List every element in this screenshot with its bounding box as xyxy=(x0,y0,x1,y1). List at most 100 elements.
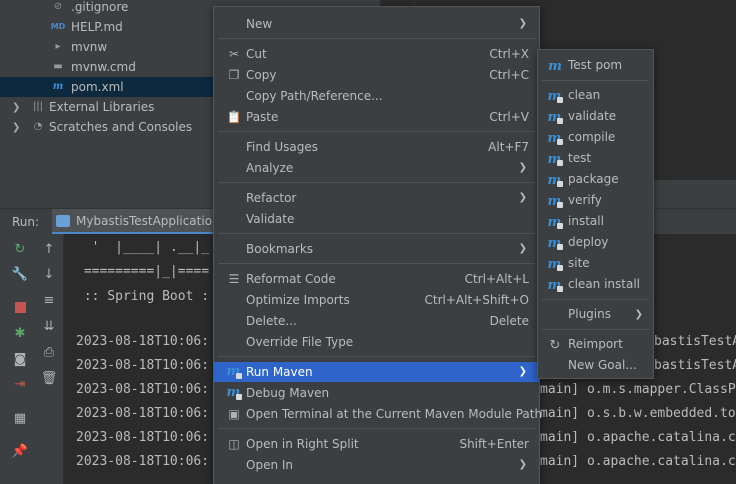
submenu-item-package[interactable]: package xyxy=(538,169,653,191)
submenu-label: Test pom xyxy=(568,58,623,72)
console-line: 2023-08-18T10:06: xyxy=(76,382,210,397)
maven-goal-icon xyxy=(547,254,563,275)
trash-icon[interactable]: 🗑 xyxy=(40,369,58,387)
exit-icon[interactable]: ⇥ xyxy=(11,375,29,393)
menu-item-bookmarks[interactable]: Bookmarks ❯ xyxy=(214,239,539,259)
menu-shortcut: Ctrl+X xyxy=(489,47,529,61)
submenu-label: deploy xyxy=(568,235,609,249)
soft-wrap-icon[interactable]: ≡ xyxy=(40,291,58,309)
menu-item-reformat-code[interactable]: ☰ Reformat Code Ctrl+Alt+L xyxy=(214,269,539,289)
maven-goal-icon xyxy=(547,191,563,212)
tree-item-label: mvnw.cmd xyxy=(71,60,136,74)
scroll-to-end-icon[interactable]: ⇊ xyxy=(40,317,58,335)
submenu-item-clean-install[interactable]: clean install xyxy=(538,274,653,296)
tree-item-label: Scratches and Consoles xyxy=(49,120,193,134)
submenu-label: compile xyxy=(568,130,616,144)
menu-item-copy[interactable]: ❐ Copy Ctrl+C xyxy=(214,65,539,85)
tree-item-mvnw-cmd[interactable]: ▬ mvnw.cmd xyxy=(50,57,136,77)
menu-item-override-file-type[interactable]: Override File Type xyxy=(214,332,539,352)
menu-separator xyxy=(542,80,649,81)
pin-icon[interactable]: 📌 xyxy=(11,442,29,460)
submenu-item-verify[interactable]: verify xyxy=(538,190,653,212)
maven-icon: m xyxy=(52,81,64,92)
menu-item-validate[interactable]: Validate xyxy=(214,209,539,229)
debug-icon[interactable]: ✱ xyxy=(11,324,29,342)
menu-item-open-right-split[interactable]: ◫ Open in Right Split Shift+Enter xyxy=(214,434,539,454)
submenu-item-compile[interactable]: compile xyxy=(538,127,653,149)
camera-icon[interactable]: ◙ xyxy=(11,350,29,368)
layout-icon[interactable]: ▦ xyxy=(11,409,29,427)
submenu-item-test-pom[interactable]: m Test pom xyxy=(538,55,653,76)
menu-item-copy-path[interactable]: Copy Path/Reference... xyxy=(214,86,539,106)
stop-icon[interactable] xyxy=(11,298,29,316)
console-line: 2023-08-18T10:06: xyxy=(76,358,210,373)
submenu-item-deploy[interactable]: deploy xyxy=(538,232,653,254)
scratches-icon: ◔ xyxy=(33,121,43,132)
menu-item-debug-maven[interactable]: Debug Maven xyxy=(214,383,539,403)
menu-item-run-maven[interactable]: Run Maven ❯ xyxy=(214,362,539,382)
submenu-label: test xyxy=(568,151,592,165)
tree-item-external-libraries[interactable]: ||| External Libraries xyxy=(30,97,155,117)
menu-item-open-in[interactable]: Open In ❯ xyxy=(214,455,539,475)
chevron-right-icon[interactable]: ❯ xyxy=(12,122,20,133)
submenu-label: verify xyxy=(568,193,602,207)
arrow-up-icon[interactable]: ↑ xyxy=(40,240,58,258)
submenu-item-site[interactable]: site xyxy=(538,253,653,275)
submenu-label: Plugins xyxy=(568,307,611,321)
menu-shortcut: Alt+F7 xyxy=(488,140,529,154)
menu-label: Validate xyxy=(246,212,295,226)
tree-item-label: pom.xml xyxy=(71,80,124,94)
tree-item-pom-xml[interactable]: m pom.xml xyxy=(0,77,214,97)
tree-item-gitignore[interactable]: ⊘ .gitignore xyxy=(50,0,129,17)
submenu-item-clean[interactable]: clean xyxy=(538,85,653,107)
console-line: ' |____| .__|_ xyxy=(76,240,210,255)
script-icon: ▸ xyxy=(55,41,61,52)
chevron-right-icon: ❯ xyxy=(518,366,527,377)
submenu-item-reimport[interactable]: ↻ Reimport xyxy=(538,334,653,355)
chevron-right-icon: ❯ xyxy=(518,162,527,173)
menu-label: Debug Maven xyxy=(246,386,330,400)
rerun-icon[interactable]: ↻ xyxy=(11,240,29,258)
maven-goal-icon xyxy=(547,275,563,296)
menu-separator xyxy=(218,38,535,39)
menu-separator xyxy=(542,299,649,300)
chevron-right-icon: ❯ xyxy=(518,459,527,470)
wrench-icon[interactable]: 🔧 xyxy=(11,265,29,283)
menu-label: Optimize Imports xyxy=(246,293,350,307)
submenu-item-validate[interactable]: validate xyxy=(538,106,653,128)
console-line: =========|_|==== xyxy=(76,264,210,279)
chevron-right-icon: ❯ xyxy=(518,192,527,203)
print-icon[interactable]: ⎙ xyxy=(40,343,58,361)
menu-item-new[interactable]: New ❯ xyxy=(214,14,539,34)
maven-goal-icon xyxy=(547,128,563,149)
menu-item-analyze[interactable]: Analyze ❯ xyxy=(214,158,539,178)
tree-item-help-md[interactable]: MD HELP.md xyxy=(50,17,123,37)
menu-label: Paste xyxy=(246,110,279,124)
menu-item-find-usages[interactable]: Find Usages Alt+F7 xyxy=(214,137,539,157)
menu-item-refactor[interactable]: Refactor ❯ xyxy=(214,188,539,208)
menu-separator xyxy=(218,131,535,132)
menu-label: Bookmarks xyxy=(246,242,314,256)
menu-item-open-terminal[interactable]: ▣ Open Terminal at the Current Maven Mod… xyxy=(214,404,542,424)
tree-item-label: External Libraries xyxy=(49,100,155,114)
menu-label: Cut xyxy=(246,47,267,61)
submenu-item-install[interactable]: install xyxy=(538,211,653,233)
library-icon: ||| xyxy=(32,101,44,112)
menu-item-paste[interactable]: 📋 Paste Ctrl+V xyxy=(214,107,539,127)
maven-goal-icon xyxy=(547,212,563,233)
tree-item-mvnw[interactable]: ▸ mvnw xyxy=(50,37,107,57)
submenu-item-new-goal[interactable]: New Goal... xyxy=(538,355,653,376)
menu-item-delete[interactable]: Delete... Delete xyxy=(214,311,539,331)
menu-item-optimize-imports[interactable]: Optimize Imports Ctrl+Alt+Shift+O xyxy=(214,290,539,310)
run-toolbar: ↻ 🔧 ✱ ◙ ⇥ ▦ 📌 xyxy=(0,234,36,484)
chevron-right-icon[interactable]: ❯ xyxy=(12,102,20,113)
menu-label: Run Maven xyxy=(246,365,313,379)
menu-separator xyxy=(218,428,535,429)
menu-item-cut[interactable]: ✂ Cut Ctrl+X xyxy=(214,44,539,64)
arrow-down-icon[interactable]: ↓ xyxy=(40,265,58,283)
submenu-item-plugins[interactable]: Plugins ❯ xyxy=(538,304,653,325)
run-tab[interactable]: MybastisTestApplication xyxy=(52,209,232,235)
submenu-item-test[interactable]: test xyxy=(538,148,653,170)
maven-goal-icon xyxy=(547,233,563,254)
tree-item-scratches[interactable]: ◔ Scratches and Consoles xyxy=(30,117,193,137)
